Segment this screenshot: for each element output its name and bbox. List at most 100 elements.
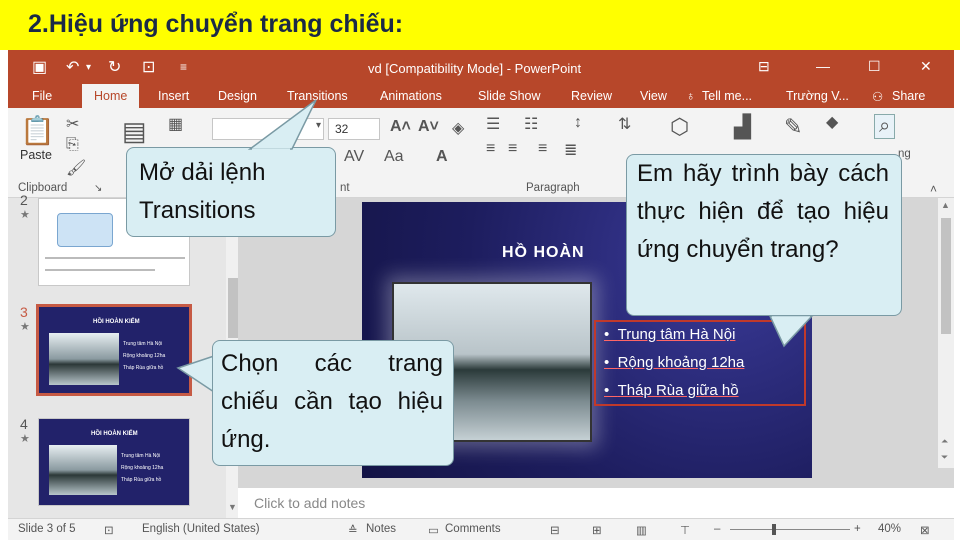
slide-number-2: 2: [20, 192, 28, 208]
tab-slide-show[interactable]: Slide Show: [478, 89, 541, 103]
normal-view-icon[interactable]: ⊟: [550, 523, 560, 537]
mini-heading: HỒI HOÀN KIẾM: [93, 319, 140, 325]
scroll-thumb[interactable]: [941, 218, 951, 334]
mini-bullet: Tháp Rùa giữa hồ: [123, 365, 164, 371]
notes-icon[interactable]: ≙: [348, 523, 358, 537]
mini-callout: [57, 213, 113, 247]
tab-tell-me[interactable]: Tell me...: [702, 89, 752, 103]
share-icon: ⚇: [872, 90, 884, 104]
font-color-icon[interactable]: A: [436, 148, 448, 166]
spellcheck-icon[interactable]: ⊡: [104, 523, 114, 537]
language-indicator[interactable]: English (United States): [142, 523, 260, 535]
align-left-icon[interactable]: ≡: [486, 140, 495, 158]
tab-design[interactable]: Design: [218, 89, 257, 103]
numbering-icon[interactable]: ☷: [524, 114, 538, 134]
tab-review[interactable]: Review: [571, 89, 612, 103]
minimize-icon[interactable]: —: [816, 58, 830, 74]
collapse-ribbon-icon[interactable]: ˄: [930, 182, 937, 196]
mini-text-line: [45, 257, 185, 259]
mini-photo: [49, 333, 119, 385]
justify-icon[interactable]: ≣: [564, 140, 577, 160]
zoom-out-icon[interactable]: –: [714, 523, 720, 535]
quick-styles-icon[interactable]: ✎: [784, 114, 802, 140]
transition-star-icon: ★: [20, 209, 30, 221]
slide-counter: Slide 3 of 5: [18, 523, 76, 535]
callout-choose-slides: Chọn các trang chiếu cần tạo hiệu ứng.: [212, 340, 454, 466]
increase-font-icon[interactable]: A˄: [390, 118, 411, 136]
notes-button[interactable]: Notes: [366, 523, 396, 535]
comments-button[interactable]: Comments: [445, 523, 501, 535]
clipboard-launcher-icon[interactable]: ↘: [94, 183, 102, 194]
redo-icon[interactable]: ↻: [108, 57, 121, 77]
scroll-down-icon[interactable]: ▼: [228, 502, 237, 512]
slide-sorter-icon[interactable]: ⊞: [592, 523, 602, 537]
scroll-thumb[interactable]: [228, 278, 238, 338]
arrange-icon[interactable]: ▟: [734, 114, 751, 140]
line-spacing-icon[interactable]: ↕: [574, 114, 582, 132]
font-name-dropdown-icon[interactable]: ▾: [316, 120, 321, 131]
slide-thumbnail-3[interactable]: HỒI HOÀN KIẾM Trung tâm Hà Nội Rộng khoả…: [36, 304, 192, 396]
undo-dropdown-icon[interactable]: ▾: [86, 62, 91, 73]
tab-insert[interactable]: Insert: [158, 89, 189, 103]
zoom-level[interactable]: 40%: [878, 523, 901, 535]
mini-bullet: Rộng khoảng 12ha: [123, 353, 166, 359]
find-icon[interactable]: ⌕: [874, 114, 896, 139]
banner-title: 2.Hiệu ứng chuyển trang chiếu:: [28, 10, 404, 38]
zoom-in-icon[interactable]: +: [854, 523, 861, 535]
paste-icon[interactable]: 📋: [20, 114, 55, 147]
present-icon[interactable]: ⊡: [142, 57, 155, 77]
change-case-icon[interactable]: Aa: [384, 148, 404, 166]
font-name-field[interactable]: [212, 118, 324, 140]
callout-transitions-text: Mở dải lệnh Transitions: [139, 159, 266, 224]
slide-title[interactable]: HỒ HOÀN: [502, 244, 585, 262]
new-slide-icon[interactable]: ▤: [122, 116, 147, 147]
format-painter-icon[interactable]: 🖌: [66, 158, 86, 178]
bullets-icon[interactable]: ☰: [486, 114, 500, 134]
lightbulb-icon: ♁: [686, 89, 696, 103]
clear-format-icon[interactable]: ◈: [452, 118, 464, 138]
cut-icon[interactable]: ✂: [66, 114, 79, 134]
font-size-field[interactable]: 32: [328, 118, 380, 140]
notes-placeholder[interactable]: Click to add notes: [254, 495, 365, 511]
align-center-icon[interactable]: ≡: [508, 140, 517, 158]
mini-text-line: [45, 269, 155, 271]
callout-transitions: Mở dải lệnh Transitions: [126, 147, 336, 237]
tab-view[interactable]: View: [640, 89, 667, 103]
char-spacing-icon[interactable]: AV: [344, 148, 364, 166]
tab-share[interactable]: Share: [892, 89, 925, 103]
previous-slide-icon[interactable]: ⏶: [941, 436, 948, 447]
fit-to-window-icon[interactable]: ⊠: [920, 523, 930, 537]
tab-animations[interactable]: Animations: [380, 89, 442, 103]
next-slide-icon[interactable]: ⏷: [941, 452, 948, 463]
zoom-slider[interactable]: [730, 529, 850, 530]
ribbon-display-icon[interactable]: ⊟: [758, 58, 770, 75]
customize-qat-icon[interactable]: ≡: [180, 60, 187, 74]
slide-thumbnail-4[interactable]: HỒI HOÀN KIẾM Trung tâm Hà Nội Rộng khoả…: [38, 418, 190, 506]
editor-scrollbar[interactable]: ▲ ⏶ ⏷: [938, 198, 954, 468]
notes-pane[interactable]: Click to add notes: [238, 488, 954, 518]
close-icon[interactable]: ✕: [920, 58, 932, 75]
layout-icon[interactable]: ▦: [168, 114, 183, 134]
slideshow-view-icon[interactable]: ⊤: [680, 523, 690, 537]
text-direction-icon[interactable]: ⇅: [618, 114, 631, 134]
shape-fill-icon[interactable]: ◆: [826, 112, 838, 132]
shapes-icon[interactable]: ⬡: [670, 114, 689, 140]
copy-icon[interactable]: ⎘: [66, 136, 79, 154]
tab-home[interactable]: Home: [82, 84, 140, 110]
comments-icon[interactable]: ▭: [428, 523, 439, 537]
reading-view-icon[interactable]: ▥: [636, 523, 647, 537]
mini-bullet: Trung tâm Hà Nội: [123, 341, 163, 347]
decrease-font-icon[interactable]: A˅: [418, 118, 439, 136]
zoom-slider-thumb[interactable]: [772, 524, 776, 535]
paste-label[interactable]: Paste: [20, 148, 52, 162]
save-icon[interactable]: ▣: [32, 57, 47, 77]
maximize-icon[interactable]: ☐: [868, 58, 881, 75]
align-right-icon[interactable]: ≡: [538, 140, 547, 158]
bullet-textbox[interactable]: • Trung tâm Hà Nội • Rộng khoảng 12ha • …: [594, 320, 806, 406]
undo-icon[interactable]: ↶: [66, 57, 79, 77]
tab-transitions[interactable]: Transitions: [287, 89, 348, 103]
font-group-label: nt: [340, 182, 350, 194]
tab-file[interactable]: File: [32, 89, 52, 103]
tab-account[interactable]: Trường V...: [786, 89, 849, 103]
scroll-up-icon[interactable]: ▲: [941, 200, 950, 210]
